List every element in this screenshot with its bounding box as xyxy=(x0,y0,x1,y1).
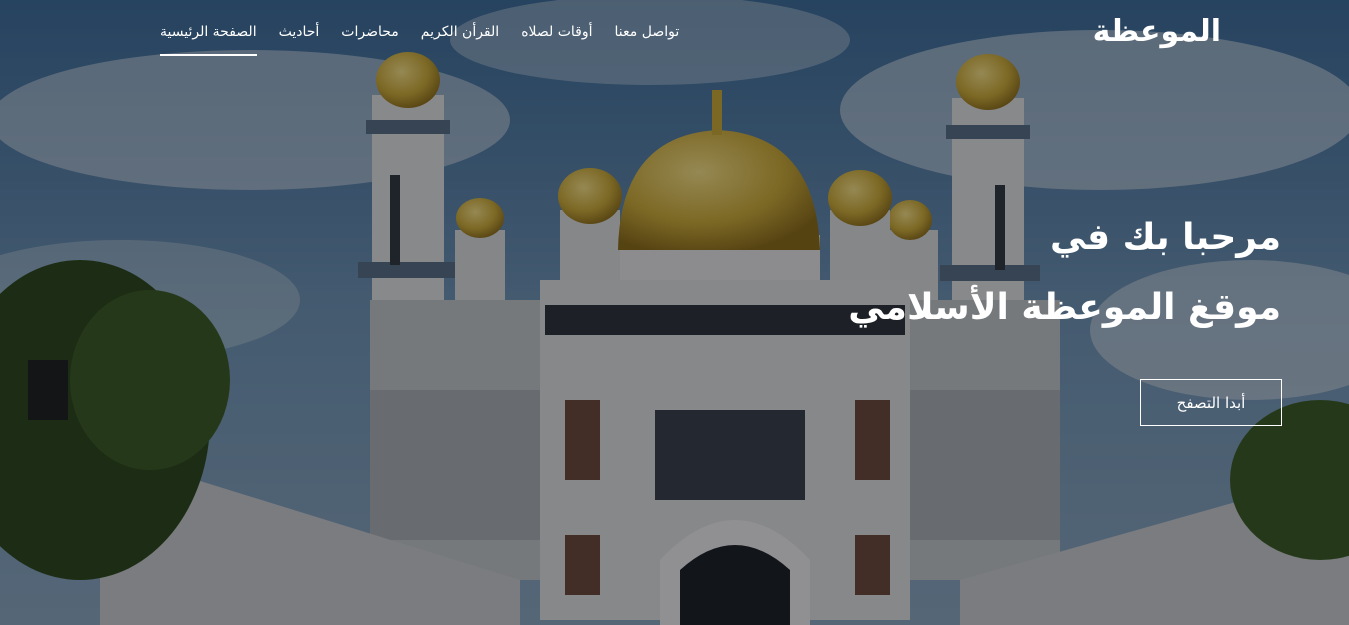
nav-item-contact[interactable]: تواصل معنا xyxy=(615,24,680,56)
nav-item-home[interactable]: الصفحة الرئيسية xyxy=(160,24,257,56)
nav-item-hadiths[interactable]: أحاديث xyxy=(279,24,320,56)
hero-headline: مرحبا بك في موقغ الموعظة الأسلامي xyxy=(848,212,1281,334)
nav-item-prayer-times[interactable]: أوقات لصلاه xyxy=(521,24,592,56)
hero-title-line-1: مرحبا بك في xyxy=(1050,217,1281,258)
site-logo[interactable]: الموعظة xyxy=(1093,14,1221,49)
hero-title-line-2: موقغ الموعظة الأسلامي xyxy=(848,287,1281,328)
main-navigation: الصفحة الرئيسية أحاديث محاضرات القرأن ال… xyxy=(138,24,679,56)
start-browsing-button[interactable]: أبدا التصفح xyxy=(1140,379,1282,426)
nav-item-quran[interactable]: القرأن الكريم xyxy=(421,24,499,56)
nav-item-lectures[interactable]: محاضرات xyxy=(341,24,398,56)
